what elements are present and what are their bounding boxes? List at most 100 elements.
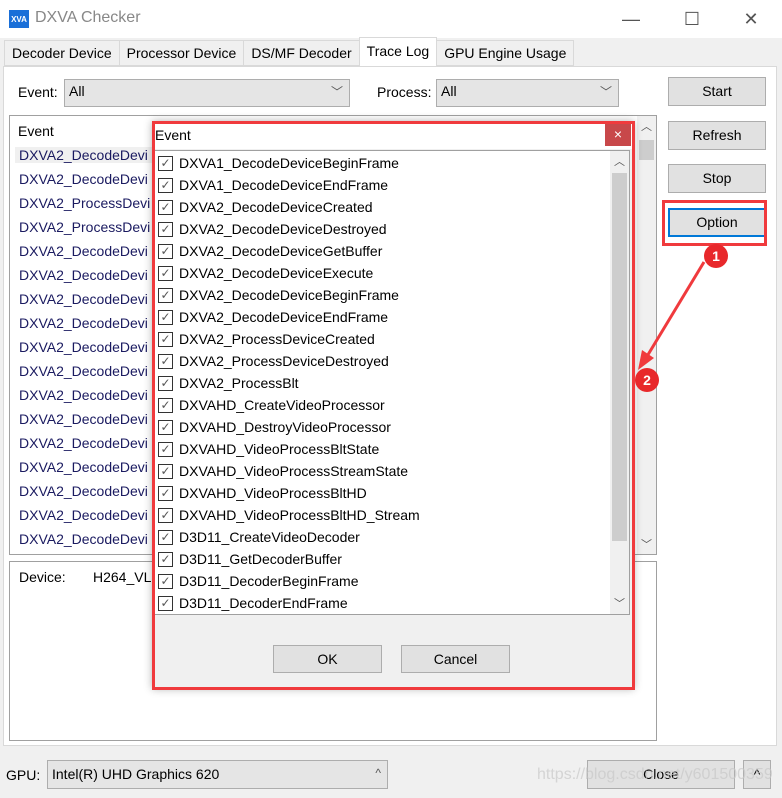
event-checklist-item[interactable]: ✓ DXVA2_DecodeDeviceExecute: [158, 262, 373, 284]
log-row[interactable]: DXVA2_DecodeDevi: [19, 363, 148, 379]
close-window-button[interactable]: ✕: [736, 6, 766, 32]
event-checklist-label: D3D11_DecoderEndFrame: [179, 595, 348, 611]
scroll-thumb[interactable]: [612, 173, 627, 541]
event-checklist-item[interactable]: ✓ DXVA1_DecodeDeviceBeginFrame: [158, 152, 399, 174]
checkbox-checked-icon[interactable]: ✓: [158, 397, 173, 413]
checkbox-checked-icon[interactable]: ✓: [158, 155, 173, 171]
log-row[interactable]: DXVA2_DecodeDevi: [19, 483, 148, 499]
tab-decoder-device[interactable]: Decoder Device: [4, 40, 120, 66]
event-checklist-item[interactable]: ✓ D3D11_CreateVideoDecoder: [158, 526, 360, 548]
event-checklist-item[interactable]: ✓ DXVAHD_VideoProcessStreamState: [158, 460, 408, 482]
event-checklist-item[interactable]: ✓ DXVA2_ProcessDeviceDestroyed: [158, 350, 389, 372]
tab-processor-device[interactable]: Processor Device: [118, 40, 245, 66]
log-row[interactable]: DXVA2_DecodeDevi: [19, 507, 148, 523]
column-header-event[interactable]: Event: [18, 123, 54, 139]
start-button[interactable]: Start: [668, 77, 766, 106]
checkbox-checked-icon[interactable]: ✓: [158, 441, 173, 457]
annotation-step-2: 2: [635, 368, 659, 392]
scroll-up-icon[interactable]: ︿: [641, 118, 652, 134]
log-row[interactable]: DXVA2_DecodeDevi: [19, 243, 148, 259]
stop-button[interactable]: Stop: [668, 164, 766, 193]
checkbox-checked-icon[interactable]: ✓: [158, 507, 173, 523]
event-checklist-item[interactable]: ✓ DXVAHD_VideoProcessBltHD: [158, 482, 367, 504]
checkbox-checked-icon[interactable]: ✓: [158, 529, 173, 545]
scroll-down-icon[interactable]: ﹀: [641, 536, 652, 552]
event-filter-select[interactable]: All ﹀: [64, 79, 350, 107]
cancel-button[interactable]: Cancel: [401, 645, 510, 673]
checkbox-checked-icon[interactable]: ✓: [158, 595, 173, 611]
scroll-down-icon[interactable]: ﹀: [614, 595, 625, 611]
event-checklist-item[interactable]: ✓ DXVA2_DecodeDeviceBeginFrame: [158, 284, 399, 306]
event-checklist-label: DXVA2_ProcessDeviceCreated: [179, 331, 375, 347]
log-row[interactable]: DXVA2_DecodeDevi: [19, 387, 148, 403]
checkbox-checked-icon[interactable]: ✓: [158, 243, 173, 259]
log-scrollbar[interactable]: ︿ ﹀: [637, 116, 656, 554]
dialog-title-bar: Event ×: [153, 122, 633, 149]
log-row[interactable]: DXVA2_DecodeDevi: [15, 147, 155, 163]
checkbox-checked-icon[interactable]: ✓: [158, 353, 173, 369]
event-checklist-item[interactable]: ✓ DXVA1_DecodeDeviceEndFrame: [158, 174, 388, 196]
tab-trace-log[interactable]: Trace Log: [358, 37, 438, 66]
scroll-thumb[interactable]: [639, 140, 654, 160]
event-checklist-label: DXVAHD_VideoProcessStreamState: [179, 463, 409, 479]
event-checklist-label: DXVAHD_DestroyVideoProcessor: [179, 419, 391, 435]
log-row[interactable]: DXVA2_DecodeDevi: [19, 267, 148, 283]
event-checklist-item[interactable]: ✓ D3D11_DecoderBeginFrame: [158, 570, 359, 592]
checkbox-checked-icon[interactable]: ✓: [158, 463, 173, 479]
checkbox-checked-icon[interactable]: ✓: [158, 199, 173, 215]
dialog-title: Event: [155, 127, 191, 143]
event-checklist-item[interactable]: ✓ DXVA2_ProcessDeviceCreated: [158, 328, 375, 350]
process-filter-select[interactable]: All ﹀: [436, 79, 619, 107]
checkbox-checked-icon[interactable]: ✓: [158, 177, 173, 193]
checkbox-checked-icon[interactable]: ✓: [158, 331, 173, 347]
event-checklist-item[interactable]: ✓ DXVA2_DecodeDeviceCreated: [158, 196, 373, 218]
checkbox-checked-icon[interactable]: ✓: [158, 419, 173, 435]
event-checklist-item[interactable]: ✓ D3D11_GetDecoderBuffer: [158, 548, 342, 570]
tab-gpu-engine-usage[interactable]: GPU Engine Usage: [436, 40, 575, 66]
checkbox-checked-icon[interactable]: ✓: [158, 309, 173, 325]
event-checklist-item[interactable]: ✓ DXVAHD_CreateVideoProcessor: [158, 394, 385, 416]
event-checklist-item[interactable]: ✓ DXVA2_DecodeDeviceDestroyed: [158, 218, 387, 240]
event-checklist-item[interactable]: ✓ DXVA2_ProcessBlt: [158, 372, 299, 394]
event-checklist-item[interactable]: ✓ DXVA2_DecodeDeviceEndFrame: [158, 306, 388, 328]
refresh-button[interactable]: Refresh: [668, 121, 766, 150]
dialog-close-button[interactable]: ×: [605, 123, 631, 146]
log-row[interactable]: DXVA2_ProcessDevi: [19, 195, 150, 211]
log-row[interactable]: DXVA2_DecodeDevi: [19, 459, 148, 475]
log-row[interactable]: DXVA2_DecodeDevi: [19, 435, 148, 451]
event-checklist-item[interactable]: ✓ DXVAHD_DestroyVideoProcessor: [158, 416, 391, 438]
event-checklist-item[interactable]: ✓ DXVAHD_VideoProcessBltState: [158, 438, 379, 460]
process-filter-value: All: [441, 83, 457, 99]
log-row[interactable]: DXVA2_DecodeDevi: [19, 315, 148, 331]
checkbox-checked-icon[interactable]: ✓: [158, 221, 173, 237]
log-row[interactable]: DXVA2_ProcessDevi: [19, 219, 150, 235]
log-row[interactable]: DXVA2_DecodeDevi: [19, 291, 148, 307]
scroll-up-icon[interactable]: ︿: [614, 153, 625, 169]
event-checklist-label: D3D11_GetDecoderBuffer: [179, 551, 342, 567]
process-filter-label: Process:: [377, 84, 432, 100]
gpu-label: GPU:: [6, 767, 41, 783]
log-row[interactable]: DXVA2_DecodeDevi: [19, 531, 148, 547]
log-row[interactable]: DXVA2_DecodeDevi: [19, 411, 148, 427]
event-checklist-item[interactable]: ✓ D3D11_DecoderEndFrame: [158, 592, 348, 614]
event-checklist-item[interactable]: ✓ DXVAHD_VideoProcessBltHD_Stream: [158, 504, 420, 526]
maximize-button[interactable]: ☐: [677, 6, 707, 32]
checkbox-checked-icon[interactable]: ✓: [158, 375, 173, 391]
log-row[interactable]: DXVA2_DecodeDevi: [19, 339, 148, 355]
gpu-select[interactable]: Intel(R) UHD Graphics 620 ^: [47, 760, 388, 789]
event-checklist-label: DXVA1_DecodeDeviceBeginFrame: [179, 155, 399, 171]
checkbox-checked-icon[interactable]: ✓: [158, 551, 173, 567]
ok-button[interactable]: OK: [273, 645, 382, 673]
checkbox-checked-icon[interactable]: ✓: [158, 265, 173, 281]
option-button[interactable]: Option: [668, 208, 766, 237]
minimize-button[interactable]: —: [616, 6, 646, 32]
event-checklist-item[interactable]: ✓ DXVA2_DecodeDeviceGetBuffer: [158, 240, 382, 262]
checkbox-checked-icon[interactable]: ✓: [158, 485, 173, 501]
checkbox-checked-icon[interactable]: ✓: [158, 287, 173, 303]
event-checklist[interactable]: ︿ ﹀ ✓ DXVA1_DecodeDeviceBeginFrame ✓ DXVA1_…: [153, 150, 630, 615]
checkbox-checked-icon[interactable]: ✓: [158, 573, 173, 589]
checklist-scrollbar[interactable]: ︿ ﹀: [610, 151, 629, 614]
event-filter-value: All: [69, 83, 85, 99]
tab-ds-mf-decoder[interactable]: DS/MF Decoder: [243, 40, 360, 66]
log-row[interactable]: DXVA2_DecodeDevi: [19, 171, 148, 187]
